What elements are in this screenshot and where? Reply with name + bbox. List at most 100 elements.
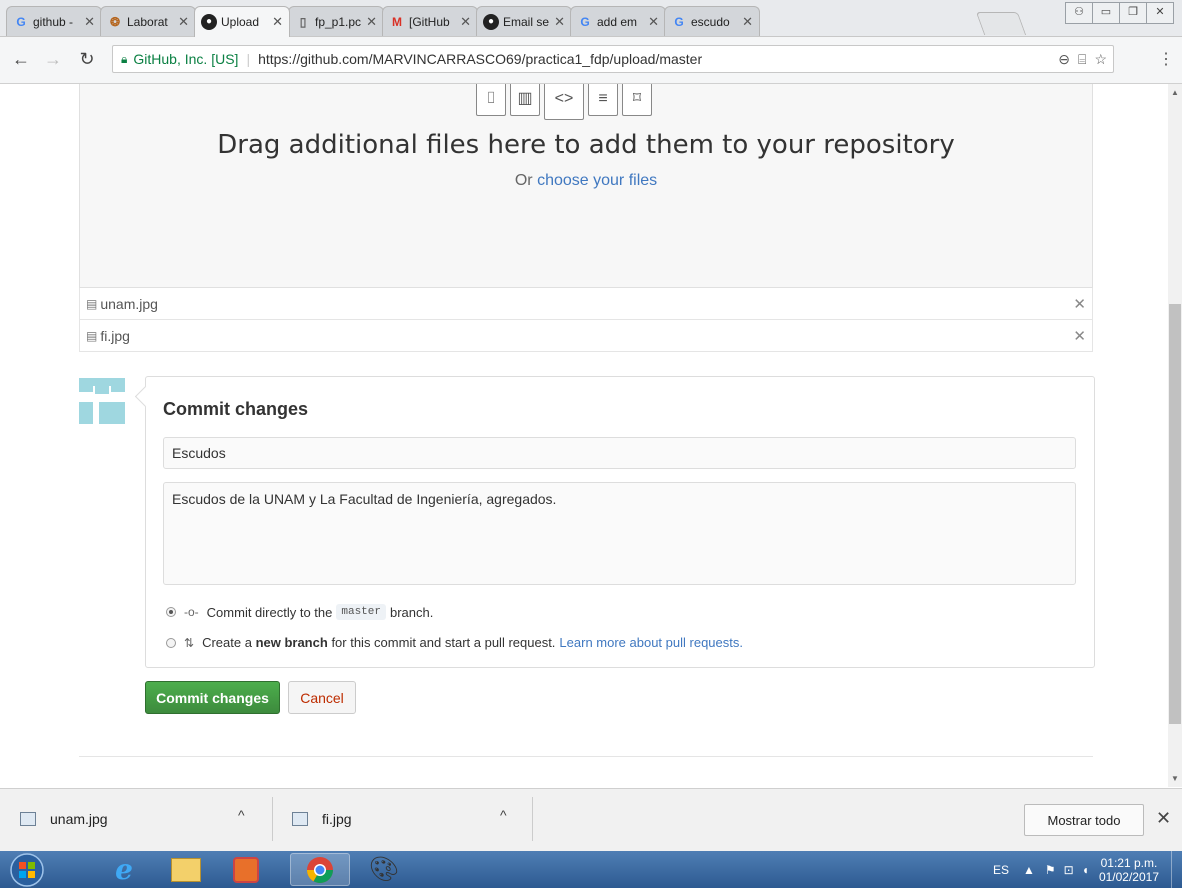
downloads-bar: unam.jpg ^ fi.jpg ^ Mostrar todo ✕ <box>0 788 1182 852</box>
zip-file-icon: ⌷ <box>476 84 506 116</box>
scroll-up-icon[interactable]: ▲ <box>1171 88 1179 97</box>
network-icon[interactable]: ⊡ <box>1064 863 1074 877</box>
bookmark-star-icon[interactable]: ☆ <box>1094 51 1107 68</box>
zoom-icon[interactable]: ⊖ <box>1058 51 1070 68</box>
scroll-down-icon[interactable]: ▼ <box>1171 774 1179 783</box>
menu-dots-icon[interactable]: ⋮ <box>1158 49 1174 69</box>
tab-fp-p1[interactable]: ▯ fp_p1.pc ✕ <box>288 6 384 36</box>
download-filename: unam.jpg <box>50 811 108 827</box>
download-item[interactable]: unam.jpg <box>20 811 108 827</box>
close-tab-icon[interactable]: ✕ <box>554 14 565 30</box>
browser-toolbar: ← → ↻ 🔒︎ GitHub, Inc. [US] | https://git… <box>0 37 1182 84</box>
commit-changes-button[interactable]: Commit changes <box>145 681 280 714</box>
minimize-icon[interactable]: ▭ <box>1092 2 1120 24</box>
option-text: Commit directly to the <box>206 604 333 620</box>
tab-add-email[interactable]: G add em ✕ <box>570 6 666 36</box>
volume-icon[interactable]: ◖ <box>1082 863 1089 877</box>
taskbar-explorer[interactable] <box>156 853 216 886</box>
close-tab-icon[interactable]: ✕ <box>272 14 283 30</box>
remove-file-icon[interactable]: ✕ <box>1073 327 1086 345</box>
cancel-button[interactable]: Cancel <box>288 681 356 714</box>
github-icon: ● <box>201 14 217 30</box>
close-tab-icon[interactable]: ✕ <box>84 14 95 30</box>
commit-new-branch-option[interactable]: ⇅ Create a new branch for this commit an… <box>166 635 743 650</box>
commit-summary-input[interactable] <box>163 437 1076 469</box>
or-text: Or <box>514 172 533 189</box>
translate-icon[interactable]: ⌸ <box>1078 51 1086 68</box>
upload-file-row: ▤ fi.jpg ✕ <box>79 320 1093 352</box>
upload-dropzone[interactable]: ⌷ ▥ <> ≡ ⌑ Drag additional files here to… <box>79 84 1093 288</box>
tab-email-settings[interactable]: ● Email se ✕ <box>476 6 572 36</box>
radio-selected[interactable] <box>166 607 176 617</box>
avatar[interactable] <box>79 378 125 424</box>
github-icon: ● <box>483 13 499 30</box>
download-separator <box>532 797 533 841</box>
close-tab-icon[interactable]: ✕ <box>366 14 377 30</box>
window-controls: ⚇ ▭ ❐ ✕ <box>1065 2 1174 24</box>
file-type-icons: ⌷ ▥ <> ≡ ⌑ <box>476 84 652 120</box>
radio-unselected[interactable] <box>166 637 176 648</box>
file-name: fi.jpg <box>100 327 130 344</box>
windows-taskbar: e 🎨︎ ES ▲ ⚑ ⊡ ◖ 01:21 p.m. 01/02/2017 <box>0 851 1182 888</box>
tab-upload[interactable]: ● Upload ✕ <box>194 6 290 37</box>
pdf-file-icon: ⌑ <box>622 84 652 116</box>
tab-github-search[interactable]: G github - ✕ <box>6 6 102 36</box>
download-item[interactable]: fi.jpg <box>292 811 352 827</box>
language-indicator[interactable]: ES <box>993 863 1009 877</box>
close-downloads-icon[interactable]: ✕ <box>1156 808 1171 829</box>
page-scrollbar[interactable]: ▲ ▼ <box>1168 84 1182 787</box>
commit-direct-option[interactable]: -o- Commit directly to the master branch… <box>166 604 433 620</box>
close-tab-icon[interactable]: ✕ <box>742 14 753 30</box>
taskbar-paint[interactable]: 🎨︎ <box>354 853 414 886</box>
tab-escudo[interactable]: G escudo ✕ <box>664 6 760 36</box>
option-text: Create a <box>202 635 252 650</box>
system-tray: ES ▲ ⚑ ⊡ ◖ 01:21 p.m. 01/02/2017 <box>993 851 1182 888</box>
tray-expand-icon[interactable]: ▲ <box>1023 863 1035 877</box>
learn-more-link[interactable]: Learn more about pull requests. <box>559 635 743 650</box>
choose-files-link[interactable]: choose your files <box>537 172 657 189</box>
start-button[interactable] <box>4 852 50 887</box>
option-text-bold: new branch <box>255 635 328 650</box>
taskbar-ie[interactable]: e <box>94 853 154 886</box>
new-tab-button[interactable] <box>975 12 1027 35</box>
show-desktop-button[interactable] <box>1171 851 1182 888</box>
commit-heading: Commit changes <box>163 399 309 419</box>
profile-icon[interactable]: ⚇ <box>1065 2 1093 24</box>
chevron-up-icon[interactable]: ^ <box>500 807 507 823</box>
back-icon[interactable]: ← <box>10 49 32 70</box>
tab-label: github - <box>33 14 74 29</box>
address-bar[interactable]: 🔒︎ GitHub, Inc. [US] | https://github.co… <box>112 45 1114 73</box>
chart-file-icon: ▥ <box>510 84 540 116</box>
file-icon: ▤ <box>86 296 98 311</box>
forward-icon[interactable]: → <box>42 49 64 70</box>
commit-description-textarea[interactable]: Escudos de la UNAM y La Facultad de Inge… <box>163 482 1076 585</box>
tab-laboratorio[interactable]: ❂ Laborat ✕ <box>100 6 196 36</box>
chevron-up-icon[interactable]: ^ <box>238 807 245 823</box>
media-player-icon <box>233 856 259 883</box>
action-center-icon[interactable]: ⚑ <box>1045 863 1056 877</box>
reload-icon[interactable]: ↻ <box>76 49 98 70</box>
taskbar-media[interactable] <box>216 853 276 886</box>
clock-time: 01:21 p.m. <box>1100 855 1158 870</box>
close-tab-icon[interactable]: ✕ <box>460 14 471 30</box>
taskbar-chrome[interactable] <box>290 853 350 886</box>
image-file-icon <box>292 812 308 826</box>
pull-request-icon: ⇅ <box>184 635 195 650</box>
maximize-icon[interactable]: ❐ <box>1119 2 1147 24</box>
text-file-icon: ≡ <box>588 84 618 116</box>
windows-logo-icon <box>10 852 44 887</box>
taskbar-clock[interactable]: 01:21 p.m. 01/02/2017 <box>1099 856 1159 884</box>
tab-gmail-github[interactable]: M [GitHub ✕ <box>382 6 478 36</box>
close-tab-icon[interactable]: ✕ <box>178 14 189 30</box>
page-divider <box>79 756 1093 757</box>
scrollbar-thumb[interactable] <box>1169 304 1181 724</box>
show-all-downloads-button[interactable]: Mostrar todo <box>1024 804 1144 836</box>
close-window-icon[interactable]: ✕ <box>1146 2 1174 24</box>
code-file-icon: <> <box>544 84 584 120</box>
option-text: branch. <box>389 604 434 620</box>
image-file-icon <box>20 812 36 826</box>
internet-explorer-icon: e <box>115 853 133 886</box>
remove-file-icon[interactable]: ✕ <box>1073 295 1086 313</box>
close-tab-icon[interactable]: ✕ <box>648 14 659 30</box>
folder-icon <box>171 857 201 882</box>
